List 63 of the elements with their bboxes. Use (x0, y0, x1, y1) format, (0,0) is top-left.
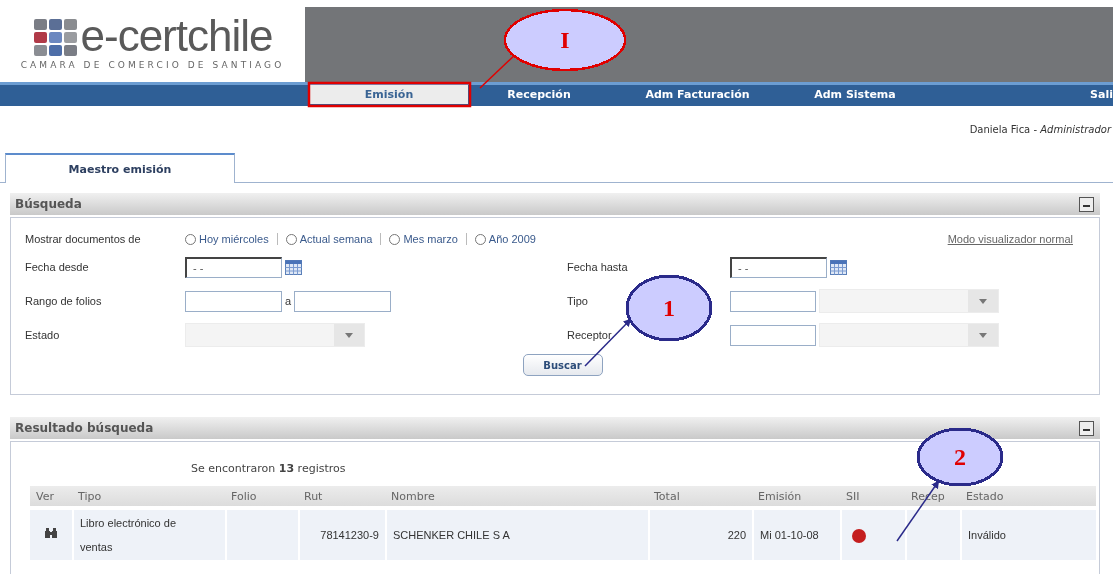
user-role: Administrador (1040, 123, 1111, 135)
date-field[interactable]: - - (185, 256, 282, 278)
nav-tab[interactable]: Sali (1090, 85, 1113, 104)
field-label: Fecha desde (25, 261, 90, 273)
nav-tab[interactable]: Emisión (310, 85, 468, 104)
calendar-icon[interactable] (830, 259, 847, 275)
collapse-icon[interactable] (1079, 196, 1094, 212)
column-header: Emisión (752, 486, 840, 506)
period-radio[interactable]: Mes marzo (380, 233, 466, 245)
dropdown[interactable] (185, 323, 365, 347)
column-header: SII (840, 486, 905, 506)
table-cell: Mi 01-10-08 (760, 529, 819, 541)
calendar-icon[interactable] (285, 259, 302, 275)
field-label: Rango de folios (25, 295, 103, 307)
period-radio[interactable]: Año 2009 (465, 233, 544, 245)
column-header: Estado (960, 486, 1096, 506)
text-field[interactable] (730, 290, 816, 312)
nav-tab[interactable]: Adm Sistema (785, 85, 925, 104)
nav-tab[interactable]: Recepción (468, 85, 610, 104)
field-label: Estado (25, 329, 61, 341)
nav-tab[interactable]: Adm Facturación (610, 85, 785, 104)
field-label: Mostrar documentos de (25, 233, 142, 245)
callout-bubble: 1 (625, 274, 713, 342)
logo-subtitle: CAMARA DE COMERCIO DE SANTIAGO (20, 60, 285, 70)
callout-bubble: 2 (916, 427, 1004, 487)
panel-title: Resultado búsqueda (15, 421, 154, 435)
period-radio[interactable]: Hoy miércoles (185, 233, 277, 245)
caret-icon (345, 332, 353, 338)
dropdown[interactable] (819, 289, 999, 313)
period-radio[interactable]: Actual semana (276, 233, 381, 245)
column-header: Tipo (72, 486, 225, 506)
text-field[interactable] (185, 290, 282, 312)
column-header: Folio (225, 486, 298, 506)
table-cell: 220 (727, 529, 746, 541)
column-header: Nombre (385, 486, 648, 506)
table-cell: 78141230-9 (320, 529, 379, 541)
callout-bubble: I (503, 8, 627, 72)
column-header: Rut (298, 486, 385, 506)
table-cell: Libro electrónico de ventas (80, 517, 176, 553)
results-summary: Se encontraron 13 registros (191, 462, 346, 477)
field-label: Receptor (567, 329, 613, 341)
logo-name: e-certchile (80, 14, 273, 58)
date-field[interactable]: - - (730, 256, 827, 278)
caret-icon (979, 298, 987, 304)
field-label: Fecha hasta (567, 261, 629, 273)
dropdown[interactable] (819, 323, 999, 347)
panel-title: Búsqueda (15, 197, 82, 211)
range-separator: a (285, 295, 292, 307)
field-label: Tipo (567, 295, 589, 307)
text-field[interactable] (294, 290, 392, 312)
column-header: Ver (30, 486, 72, 506)
mode-link[interactable]: Modo visualizador normal (947, 233, 1073, 245)
table-cell: Inválido (968, 529, 1006, 541)
text-field[interactable] (730, 324, 816, 346)
tab[interactable]: Maestro emisión (5, 153, 235, 183)
table-cell: SCHENKER CHILE S A (393, 529, 510, 541)
search-button[interactable]: Buscar (522, 354, 603, 376)
user-name: Daniela Fica - (969, 123, 1039, 135)
column-header: Total (648, 486, 752, 506)
collapse-icon[interactable] (1079, 420, 1094, 436)
caret-icon (979, 332, 987, 338)
cube-logo-icon (32, 18, 79, 58)
binoculars-icon[interactable] (44, 527, 58, 539)
